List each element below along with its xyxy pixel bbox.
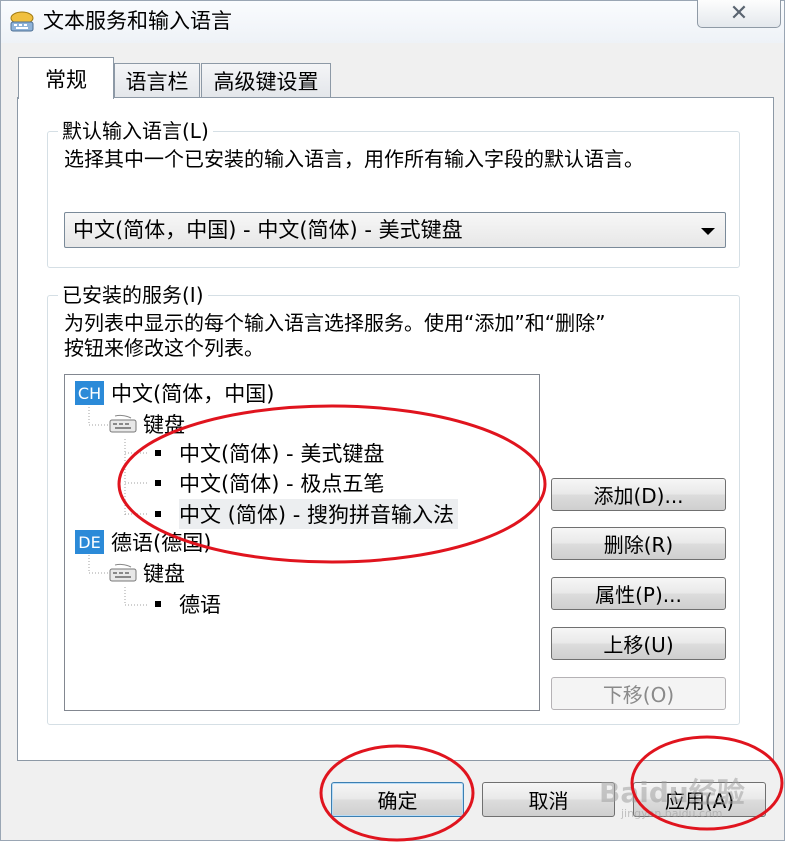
keyboard-icon (109, 414, 137, 433)
add-button[interactable]: 添加(D)... (551, 478, 726, 511)
tree-item-chinese-keyboard[interactable]: 键盘 (109, 410, 185, 438)
bullet-icon (155, 511, 161, 517)
tree-item-chinese-keyboard-label: 键盘 (143, 413, 185, 437)
language-badge: DE (75, 530, 104, 554)
tree-item-service-label: 德语 (179, 593, 221, 617)
tree-item-chinese-label: 中文(简体，中国) (111, 382, 275, 406)
tree-item-german[interactable]: DE 德语(德国) (75, 528, 211, 556)
move-down-button[interactable]: 下移(O) (551, 677, 726, 710)
tree-item-german-label: 德语(德国) (111, 531, 212, 555)
default-language-group-title: 默认输入语言(L) (58, 118, 213, 144)
language-badge: CH (75, 381, 104, 405)
title-bar: 文本服务和输入语言 ✕ (1, 0, 784, 43)
tab-language-bar-label: 语言栏 (125, 70, 189, 94)
installed-services-description-line1: 为列表中显示的每个输入语言选择服务。使用“添加”和“删除” (64, 311, 606, 335)
watermark-url: jingyan.baidu.com (621, 807, 723, 820)
tree-item-service[interactable]: 中文(简体) - 极点五笔 (155, 469, 384, 497)
default-language-value: 中文(简体，中国) - 中文(简体) - 美式键盘 (73, 218, 463, 242)
default-language-description: 选择其中一个已安装的输入语言，用作所有输入字段的默认语言。 (64, 147, 644, 171)
tree-item-service-label: 中文 (简体) - 搜狗拼音输入法 (179, 499, 458, 529)
tree-item-service[interactable]: 德语 (155, 590, 221, 618)
tree-item-german-keyboard-label: 键盘 (143, 562, 185, 586)
tab-general-label: 常规 (45, 67, 87, 92)
tree-item-service-label: 中文(简体) - 极点五笔 (179, 472, 385, 496)
default-language-dropdown[interactable]: 中文(简体，中国) - 中文(简体) - 美式键盘 (64, 212, 726, 248)
tree-item-service[interactable]: 中文(简体) - 美式键盘 (155, 439, 384, 467)
tab-general[interactable]: 常规 (18, 57, 114, 99)
tree-item-service-selected[interactable]: 中文 (简体) - 搜狗拼音输入法 (155, 499, 458, 529)
tab-advanced-key-settings[interactable]: 高级键设置 (201, 63, 331, 98)
keyboard-language-icon (10, 11, 34, 32)
tree-item-service-label: 中文(简体) - 美式键盘 (179, 442, 385, 466)
window-title: 文本服务和输入语言 (43, 9, 232, 33)
watermark-brand: Baidu经验 (599, 776, 745, 809)
remove-button[interactable]: 删除(R) (551, 527, 726, 560)
bullet-icon (155, 601, 161, 607)
chevron-down-icon (701, 228, 715, 235)
bullet-icon (155, 450, 161, 456)
move-up-button[interactable]: 上移(U) (551, 627, 726, 660)
tab-advanced-key-settings-label: 高级键设置 (213, 70, 319, 94)
bullet-icon (155, 480, 161, 486)
installed-services-group-title: 已安装的服务(I) (58, 282, 208, 308)
dialog-window: 文本服务和输入语言 ✕ 常规 语言栏 高级键设置 默认输入语言(L) 选择其中一… (0, 0, 785, 842)
cancel-button[interactable]: 取消 (482, 782, 615, 817)
tab-language-bar[interactable]: 语言栏 (114, 63, 200, 98)
ok-button[interactable]: 确定 (331, 782, 464, 817)
keyboard-icon (109, 563, 137, 582)
properties-button[interactable]: 属性(P)... (551, 577, 726, 610)
installed-services-description-line2: 按钮来修改这个列表。 (64, 336, 264, 360)
tree-item-chinese[interactable]: CH 中文(简体，中国) (75, 379, 274, 407)
installed-services-tree[interactable]: CH 中文(简体，中国) 键盘 中文(简体) - 美式键盘 中文(简体) - 极… (64, 374, 540, 711)
close-icon: ✕ (729, 0, 749, 26)
close-button[interactable]: ✕ (697, 0, 781, 28)
tree-item-german-keyboard[interactable]: 键盘 (109, 559, 185, 587)
